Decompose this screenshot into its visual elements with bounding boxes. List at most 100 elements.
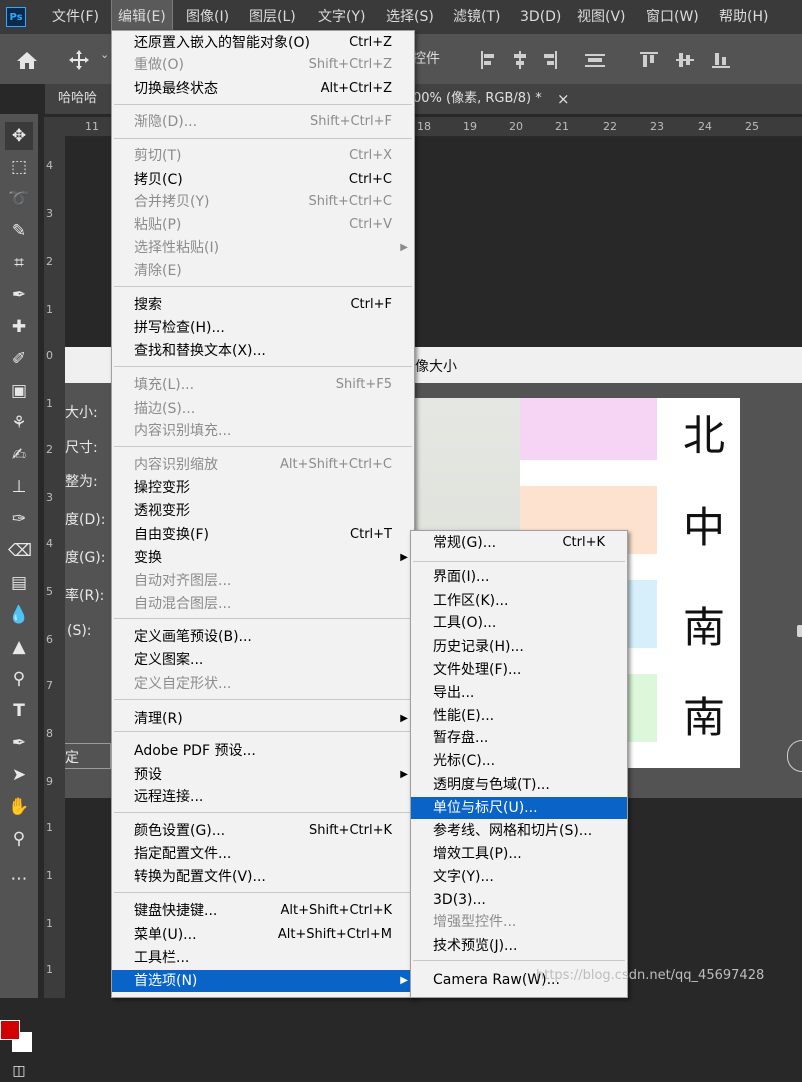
marquee-tool-icon[interactable]: ⬚ bbox=[8, 156, 30, 178]
crop-tool-icon[interactable]: ⌗ bbox=[8, 252, 30, 274]
menu-item[interactable]: 清理(R) ▶ bbox=[112, 708, 414, 730]
ruler-tick-label: 1 bbox=[46, 397, 53, 410]
menu-item[interactable]: 拼写检查(H)... bbox=[112, 317, 414, 339]
align-icons[interactable] bbox=[475, 48, 615, 72]
quick-mask-icon[interactable]: ◫ bbox=[8, 1060, 30, 1082]
menu-item[interactable]: 颜色设置(G)... Shift+Ctrl+K bbox=[112, 820, 414, 842]
foreground-color-swatch[interactable] bbox=[0, 1020, 20, 1040]
menu-help[interactable]: 帮助(H) bbox=[719, 0, 768, 34]
tab-document-2[interactable]: 00% (像素, RGB/8) * bbox=[413, 84, 542, 114]
menu-item[interactable]: 文件处理(F)... bbox=[411, 659, 627, 681]
menu-item[interactable]: 工具栏... bbox=[112, 947, 414, 969]
menu-item[interactable]: 导出... bbox=[411, 682, 627, 704]
menu-item[interactable]: 变换 ▶ bbox=[112, 547, 414, 569]
menu-item[interactable]: 常规(G)... Ctrl+K bbox=[411, 532, 627, 554]
menu-select[interactable]: 选择(S) bbox=[386, 0, 434, 34]
type-tool-icon[interactable]: T bbox=[8, 700, 30, 722]
menu-item[interactable]: 还原置入嵌入的智能对象(O) Ctrl+Z bbox=[112, 32, 414, 54]
menu-item: 自动对齐图层... bbox=[112, 570, 414, 592]
history-brush-tool-icon[interactable]: ✍ bbox=[8, 444, 30, 466]
zoom-tool-icon[interactable]: ⚲ bbox=[8, 828, 30, 850]
menu-item[interactable]: 透视变形 bbox=[112, 500, 414, 522]
menu-item: 粘贴(P) Ctrl+V bbox=[112, 214, 414, 236]
pen-tool-icon[interactable]: ✒ bbox=[8, 732, 30, 754]
menu-item[interactable]: 工具(O)... bbox=[411, 612, 627, 634]
more-tools-icon[interactable]: ⋯ bbox=[8, 868, 30, 890]
dialog-label-width: 度(D): bbox=[65, 512, 106, 528]
chevron-down-icon[interactable]: ⌄ bbox=[100, 48, 109, 61]
menu-item[interactable]: 菜单(U)... Alt+Shift+Ctrl+M bbox=[112, 924, 414, 946]
hand-tool-icon[interactable]: ✋ bbox=[8, 796, 30, 818]
menu-item[interactable]: 预设 ▶ bbox=[112, 764, 414, 786]
art-history-brush-icon[interactable]: ✑ bbox=[8, 508, 30, 530]
move-tool-icon[interactable] bbox=[68, 49, 90, 71]
dialog-label-resolution: 率(R): bbox=[65, 588, 105, 604]
menu-item[interactable]: 定义图案... bbox=[112, 649, 414, 671]
menu-view[interactable]: 视图(V) bbox=[577, 0, 626, 34]
eyedropper-tool-icon[interactable]: ✒ bbox=[8, 284, 30, 306]
blur-tool-icon[interactable]: 💧 bbox=[8, 604, 30, 626]
menu-item[interactable]: 文字(Y)... bbox=[411, 866, 627, 888]
menu-window[interactable]: 窗口(W) bbox=[646, 0, 699, 34]
menu-item[interactable]: 工作区(K)... bbox=[411, 590, 627, 612]
move-tool-icon[interactable]: ✥ bbox=[5, 122, 33, 150]
menu-layer[interactable]: 图层(L) bbox=[249, 0, 296, 34]
menu-item[interactable]: 操控变形 bbox=[112, 477, 414, 499]
menu-file[interactable]: 文件(F) bbox=[52, 0, 99, 34]
menu-item[interactable]: 历史记录(H)... bbox=[411, 636, 627, 658]
path-select-tool-icon[interactable]: ➤ bbox=[8, 764, 30, 786]
menu-item[interactable]: 搜索 Ctrl+F bbox=[112, 294, 414, 316]
menu-3d[interactable]: 3D(D) bbox=[520, 0, 561, 34]
stamp-tool-icon[interactable]: ⊥ bbox=[8, 476, 30, 498]
menu-item[interactable]: 远程连接... bbox=[112, 786, 414, 808]
distribute-icons[interactable] bbox=[636, 48, 766, 72]
menu-item[interactable]: 单位与标尺(U)... bbox=[411, 797, 627, 819]
menu-item[interactable]: 切换最终状态 Alt+Ctrl+Z bbox=[112, 78, 414, 100]
dialog-resize-handle[interactable] bbox=[797, 625, 802, 637]
home-icon[interactable] bbox=[16, 50, 38, 70]
menu-item[interactable]: 指定配置文件... bbox=[112, 843, 414, 865]
menu-item[interactable]: 拷贝(C) Ctrl+C bbox=[112, 169, 414, 191]
menu-item-label: 转换为配置文件(V)... bbox=[134, 869, 266, 885]
menu-image[interactable]: 图像(I) bbox=[186, 0, 229, 34]
menu-type[interactable]: 文字(Y) bbox=[318, 0, 365, 34]
menu-item[interactable]: 增效工具(P)... bbox=[411, 843, 627, 865]
close-tab-icon[interactable]: × bbox=[557, 84, 570, 114]
menu-item-label: 粘贴(P) bbox=[134, 217, 182, 233]
menu-item-shortcut: Ctrl+F bbox=[350, 297, 392, 312]
menu-item[interactable]: 光标(C)... bbox=[411, 750, 627, 772]
frame-tool-icon[interactable]: ▣ bbox=[8, 380, 30, 402]
spot-healing-tool-icon[interactable]: ✚ bbox=[8, 316, 30, 338]
ruler-tick-label: 25 bbox=[745, 120, 759, 133]
menu-filter[interactable]: 滤镜(T) bbox=[453, 0, 500, 34]
dodge-tool-icon[interactable]: ⚲ bbox=[8, 668, 30, 690]
menu-item[interactable]: 键盘快捷键... Alt+Shift+Ctrl+K bbox=[112, 900, 414, 922]
menu-edit[interactable]: 编辑(E) bbox=[111, 0, 173, 35]
eraser-tool-icon[interactable]: ⌫ bbox=[8, 540, 32, 562]
menu-item-label: 颜色设置(G)... bbox=[134, 823, 226, 839]
ok-button[interactable]: 定 bbox=[65, 743, 111, 769]
submenu-arrow-icon: ▶ bbox=[400, 769, 408, 780]
tab-document-1[interactable]: 哈哈哈 bbox=[58, 84, 97, 114]
menu-item-label: 内容识别填充... bbox=[134, 423, 232, 439]
sharpen-tool-icon[interactable]: ▲ bbox=[8, 636, 30, 658]
menu-item[interactable]: 技术预览(J)... bbox=[411, 935, 627, 957]
menu-item[interactable]: 参考线、网格和切片(S)... bbox=[411, 820, 627, 842]
menu-item[interactable]: 界面(I)... bbox=[411, 566, 627, 588]
menu-item[interactable]: 性能(E)... bbox=[411, 705, 627, 727]
menu-item[interactable]: 自由变换(F) Ctrl+T bbox=[112, 524, 414, 546]
quick-select-tool-icon[interactable]: ✎ bbox=[8, 220, 30, 242]
clone-stamp-tool-icon[interactable]: ⚘ bbox=[8, 412, 30, 434]
menu-item[interactable]: 转换为配置文件(V)... bbox=[112, 866, 414, 888]
menu-item[interactable]: 暂存盘... bbox=[411, 727, 627, 749]
menu-item[interactable]: 首选项(N) ▶ bbox=[112, 970, 414, 992]
menu-item[interactable]: 定义画笔预设(B)... bbox=[112, 626, 414, 648]
scroll-handle[interactable] bbox=[787, 740, 802, 772]
menu-item[interactable]: 查找和替换文本(X)... bbox=[112, 340, 414, 362]
lasso-tool-icon[interactable]: ➰ bbox=[8, 188, 30, 210]
menu-item[interactable]: Adobe PDF 预设... bbox=[112, 740, 414, 762]
menu-item[interactable]: 3D(3)... bbox=[411, 889, 627, 911]
menu-item[interactable]: 透明度与色域(T)... bbox=[411, 774, 627, 796]
gradient-tool-icon[interactable]: ▤ bbox=[8, 572, 30, 594]
brush-tool-icon[interactable]: ✐ bbox=[8, 348, 30, 370]
